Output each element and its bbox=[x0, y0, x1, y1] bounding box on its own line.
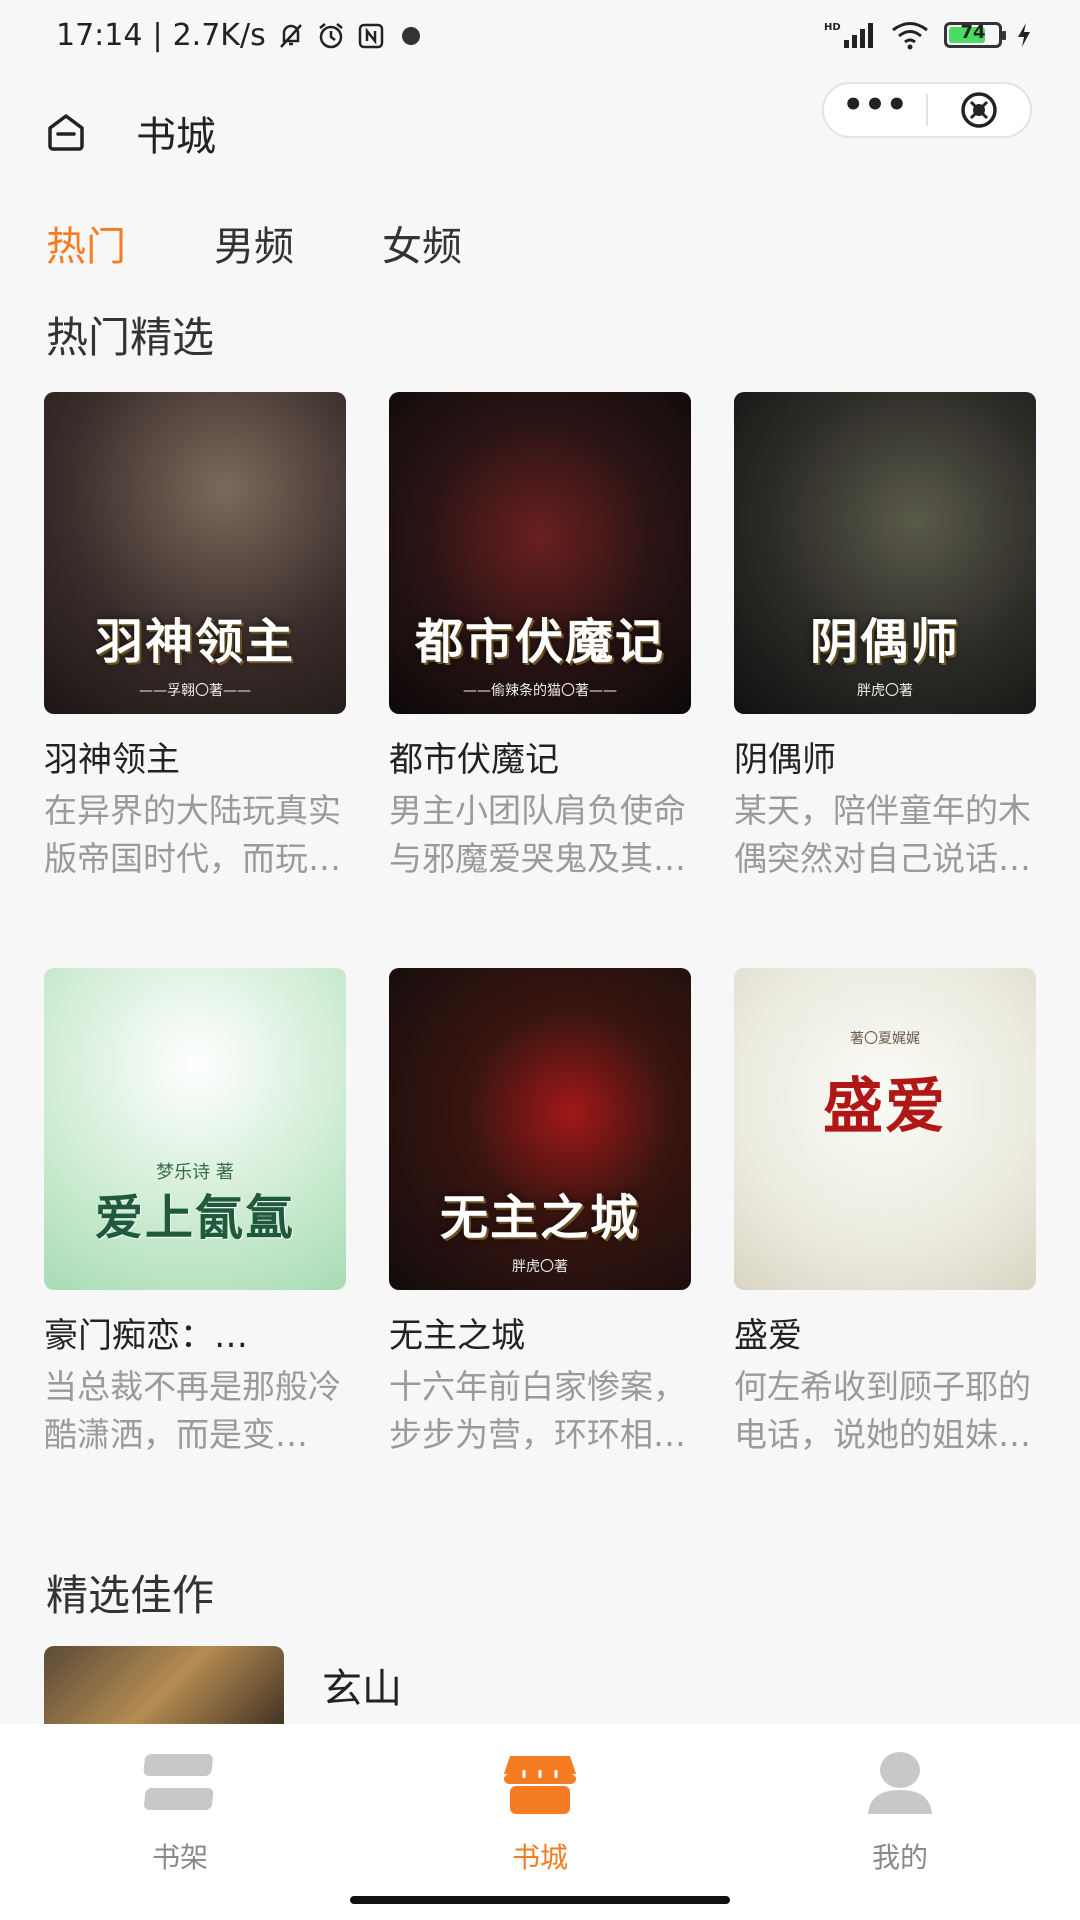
signal-icon: HD bbox=[824, 22, 873, 48]
book-name[interactable]: 羽神领主 bbox=[44, 732, 346, 781]
category-tabs: 热门 男频 女频 bbox=[46, 214, 550, 272]
bookshelf-icon bbox=[143, 1754, 214, 1810]
cover-title: 都市伏魔记 bbox=[414, 614, 665, 670]
status-bar: 17:14 | 2.7K/s HD 74 bbox=[0, 0, 1080, 82]
cover-title: 羽神领主 bbox=[94, 614, 295, 670]
book-name[interactable]: 阴偶师 bbox=[734, 732, 1036, 781]
close-icon bbox=[961, 92, 997, 128]
nav-label: 书架 bbox=[151, 1841, 208, 1874]
nfc-icon bbox=[358, 23, 383, 48]
mini-program-capsule: ••• bbox=[822, 82, 1032, 138]
book-description: 男主小团队肩负使命与邪魔爱哭鬼及其… bbox=[389, 791, 686, 878]
battery-level: 74 bbox=[960, 22, 986, 43]
featured-book-cover[interactable] bbox=[44, 1646, 284, 1736]
nav-store[interactable]: 书城 bbox=[440, 1748, 640, 1876]
book-name[interactable]: 无主之城 bbox=[389, 1308, 691, 1357]
mute-icon bbox=[279, 23, 302, 48]
book-description: 当总裁不再是那般冷酷潇洒，而是变… bbox=[44, 1367, 341, 1454]
cover-author: ——偷辣条的猫〇著—— bbox=[463, 683, 617, 699]
charging-icon bbox=[1018, 23, 1030, 47]
notification-dot-icon bbox=[401, 26, 420, 45]
tab-female[interactable]: 女频 bbox=[382, 214, 462, 272]
cover-title: 盛爱 bbox=[823, 1072, 947, 1142]
section-title-featured: 精选佳作 bbox=[46, 1571, 215, 1620]
more-button[interactable]: ••• bbox=[824, 88, 926, 125]
book-cover[interactable]: 羽神领主 ——孚翱〇著—— bbox=[44, 392, 346, 714]
svg-text:HD: HD bbox=[824, 22, 841, 33]
book-cover[interactable]: 无主之城 胖虎〇著 bbox=[389, 968, 691, 1290]
status-right: HD 74 bbox=[824, 20, 1032, 50]
book-cover[interactable]: 阴偶师 胖虎〇著 bbox=[734, 392, 1036, 714]
store-icon bbox=[504, 1756, 576, 1814]
book-name[interactable]: 豪门痴恋：… bbox=[44, 1308, 346, 1357]
cover-author: 胖虎〇著 bbox=[512, 1259, 568, 1275]
header: 书城 ••• bbox=[0, 82, 1080, 182]
cover-author: 胖虎〇著 bbox=[857, 683, 913, 699]
book-card[interactable]: 阴偶师 胖虎〇著 阴偶师 某天，陪伴童年的木偶突然对自己说话… bbox=[734, 392, 1036, 931]
status-speed: 2.7K/s bbox=[172, 18, 266, 53]
book-card[interactable]: 爱上氤氲 梦乐诗 著 豪门痴恋：… 当总裁不再是那般冷酷潇洒，而是变… bbox=[44, 968, 346, 1507]
wifi-icon bbox=[892, 22, 928, 50]
status-time: 17:14 bbox=[56, 18, 143, 53]
book-description: 何左希收到顾子耶的电话，说她的姐妹… bbox=[734, 1367, 1031, 1454]
bottom-nav: 书架 书城 我的 bbox=[0, 1724, 1080, 1920]
cover-title: 阴偶师 bbox=[809, 614, 960, 670]
alarm-icon bbox=[318, 22, 343, 48]
book-cover[interactable]: 盛爱 著〇夏娓娓 bbox=[734, 968, 1036, 1290]
battery-icon: 74 bbox=[944, 22, 1006, 48]
tab-male[interactable]: 男频 bbox=[214, 214, 294, 272]
page-title: 书城 bbox=[136, 114, 216, 160]
cover-author: ——孚翱〇著—— bbox=[139, 683, 251, 699]
section-title-hot: 热门精选 bbox=[46, 313, 215, 362]
book-card[interactable]: 盛爱 著〇夏娓娓 盛爱 何左希收到顾子耶的电话，说她的姐妹… bbox=[734, 968, 1036, 1507]
cover-title: 爱上氤氲 bbox=[94, 1190, 295, 1246]
book-description: 十六年前白家惨案，步步为营，环环相… bbox=[389, 1367, 686, 1454]
nav-label: 我的 bbox=[871, 1841, 928, 1874]
cover-author: 梦乐诗 著 bbox=[156, 1162, 234, 1183]
home-icon[interactable] bbox=[44, 110, 88, 154]
book-card[interactable]: 无主之城 胖虎〇著 无主之城 十六年前白家惨案，步步为营，环环相… bbox=[389, 968, 691, 1507]
book-description: 某天，陪伴童年的木偶突然对自己说话… bbox=[734, 791, 1031, 878]
nav-bookshelf[interactable]: 书架 bbox=[80, 1748, 280, 1876]
profile-icon bbox=[868, 1752, 932, 1814]
tab-hot[interactable]: 热门 bbox=[46, 214, 126, 272]
status-left: 17:14 | 2.7K/s bbox=[56, 18, 426, 53]
book-cover[interactable]: 爱上氤氲 梦乐诗 著 bbox=[44, 968, 346, 1290]
status-separator: | bbox=[152, 18, 163, 53]
nav-profile[interactable]: 我的 bbox=[800, 1748, 1000, 1876]
book-description: 在异界的大陆玩真实版帝国时代，而玩… bbox=[44, 791, 341, 878]
book-card[interactable]: 羽神领主 ——孚翱〇著—— 羽神领主 在异界的大陆玩真实版帝国时代，而玩… bbox=[44, 392, 346, 931]
book-name[interactable]: 盛爱 bbox=[734, 1308, 1036, 1357]
cover-title: 无主之城 bbox=[439, 1190, 640, 1246]
nav-label: 书城 bbox=[511, 1841, 568, 1874]
book-cover[interactable]: 都市伏魔记 ——偷辣条的猫〇著—— bbox=[389, 392, 691, 714]
featured-book-name[interactable]: 玄山 bbox=[322, 1656, 402, 1714]
close-button[interactable] bbox=[928, 88, 1030, 132]
book-card[interactable]: 都市伏魔记 ——偷辣条的猫〇著—— 都市伏魔记 男主小团队肩负使命与邪魔爱哭鬼及… bbox=[389, 392, 691, 931]
cover-author: 著〇夏娓娓 bbox=[850, 1031, 920, 1047]
book-name[interactable]: 都市伏魔记 bbox=[389, 732, 691, 781]
home-indicator[interactable] bbox=[350, 1896, 730, 1904]
